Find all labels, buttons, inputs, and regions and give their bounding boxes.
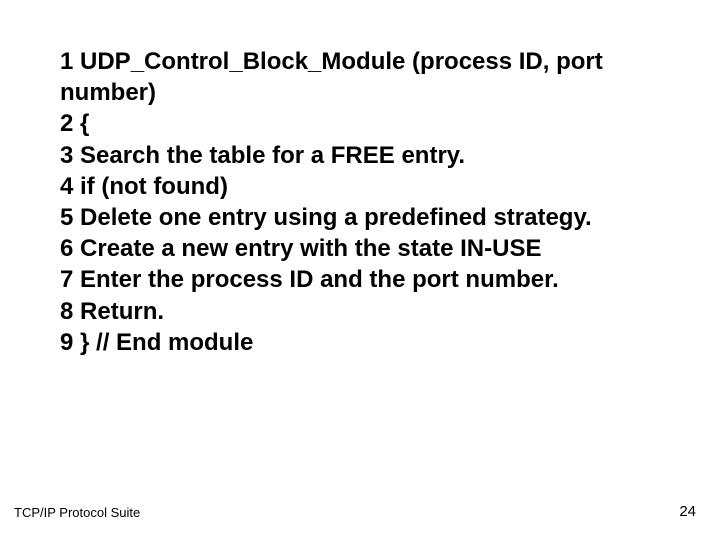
code-line: 7 Enter the process ID and the port numb…	[60, 264, 660, 295]
code-line: 8 Return.	[60, 296, 660, 327]
code-line: 5 Delete one entry using a predefined st…	[60, 202, 660, 233]
page-number: 24	[679, 503, 696, 520]
code-line: 6 Create a new entry with the state IN-U…	[60, 233, 660, 264]
code-line: 4 if (not found)	[60, 171, 660, 202]
code-line: 3 Search the table for a FREE entry.	[60, 140, 660, 171]
pseudocode-block: 1 UDP_Control_Block_Module (process ID, …	[60, 46, 660, 358]
code-line: 9 } // End module	[60, 327, 660, 358]
code-line: 1 UDP_Control_Block_Module (process ID, …	[60, 46, 660, 108]
code-line: 2 {	[60, 108, 660, 139]
footer-source: TCP/IP Protocol Suite	[14, 505, 140, 520]
